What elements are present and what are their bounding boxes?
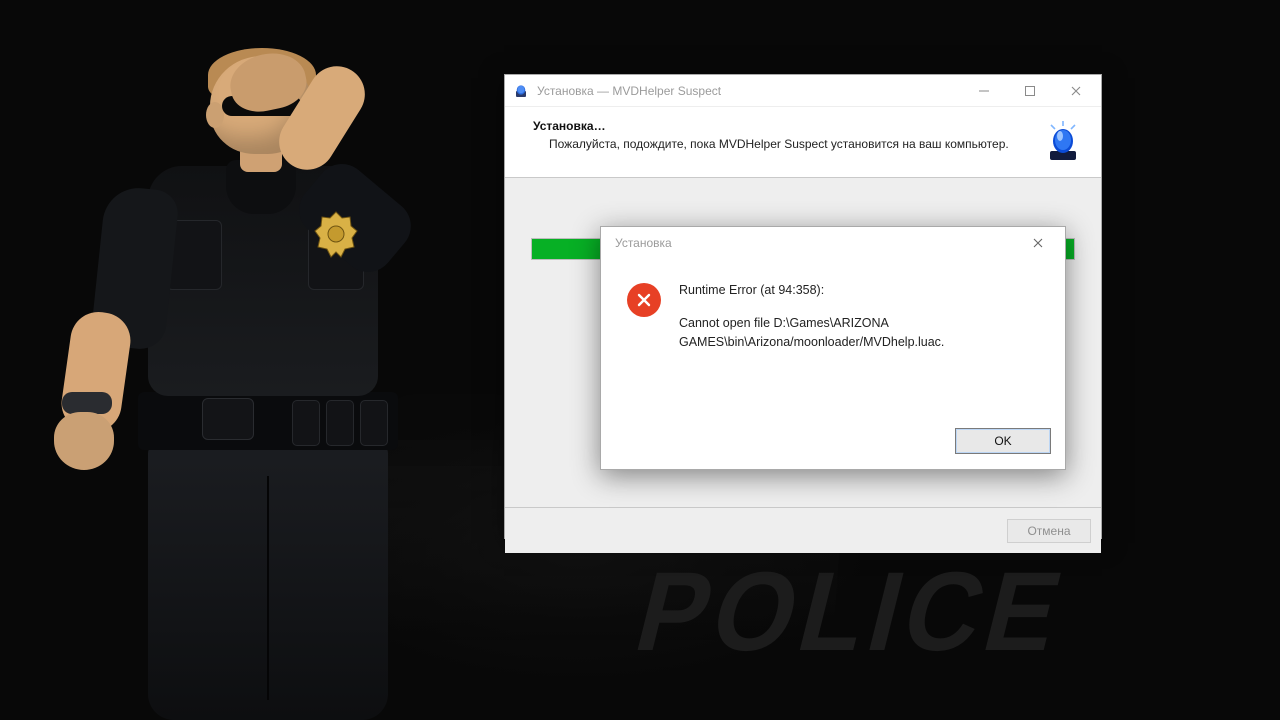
minimize-button[interactable] — [961, 76, 1007, 106]
installer-header-title: Установка… — [533, 119, 1029, 133]
error-icon — [627, 283, 661, 317]
installer-footer: Отмена — [505, 508, 1101, 553]
error-dialog-titlebar[interactable]: Установка — [601, 227, 1065, 259]
error-dialog: Установка Runtime Error (at 94:358): Can… — [600, 226, 1066, 470]
cop-character — [30, 56, 470, 720]
error-dialog-title: Установка — [615, 236, 1015, 250]
error-line2: Cannot open file D:\Games\ARIZONA GAMES\… — [679, 314, 1047, 352]
installer-header: Установка… Пожалуйста, подождите, пока M… — [505, 107, 1101, 178]
app-icon — [513, 83, 529, 99]
maximize-button[interactable] — [1007, 76, 1053, 106]
error-message: Runtime Error (at 94:358): Cannot open f… — [679, 281, 1047, 405]
installer-title: Установка — MVDHelper Suspect — [537, 84, 961, 98]
error-line1: Runtime Error (at 94:358): — [679, 281, 1047, 300]
police-car-text: POLICE — [626, 556, 1077, 668]
installer-titlebar[interactable]: Установка — MVDHelper Suspect — [505, 75, 1101, 107]
installer-header-text: Пожалуйста, подождите, пока MVDHelper Su… — [549, 136, 1029, 152]
error-close-button[interactable] — [1015, 228, 1061, 258]
ok-button[interactable]: OK — [955, 428, 1051, 454]
beacon-icon — [1043, 119, 1083, 163]
cancel-button[interactable]: Отмена — [1007, 519, 1091, 543]
police-badge-icon — [314, 210, 358, 264]
close-button[interactable] — [1053, 76, 1099, 106]
